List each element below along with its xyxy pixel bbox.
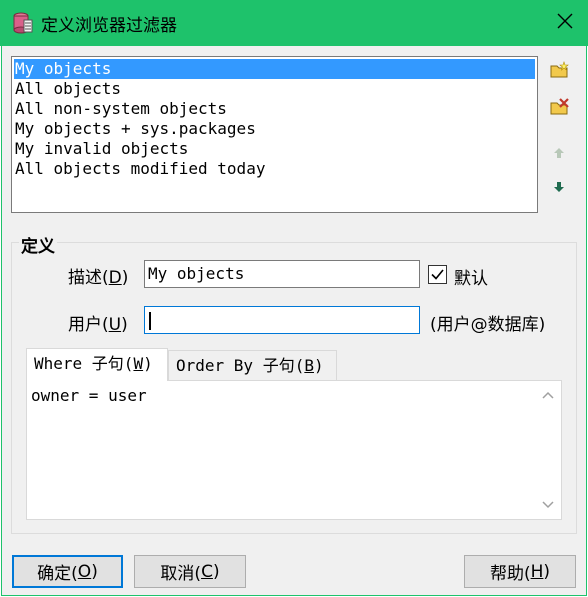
ok-button[interactable]: 确定(O) — [12, 555, 123, 588]
scroll-down-icon[interactable] — [541, 498, 555, 512]
user-label: 用户(U) — [68, 310, 128, 335]
filter-list[interactable]: My objects All objects All non-system ob… — [11, 56, 538, 213]
list-item[interactable]: All non-system objects — [12, 99, 537, 119]
delete-filter-button[interactable] — [547, 97, 571, 121]
window-title: 定义浏览器过滤器 — [41, 16, 177, 36]
definition-group-title: 定义 — [19, 232, 57, 257]
cancel-button[interactable]: 取消(C) — [134, 555, 246, 588]
ok-label-end: ) — [91, 561, 98, 582]
arrow-up-icon — [552, 145, 566, 164]
user-label-end: ) — [121, 315, 128, 335]
help-label: 帮助( — [489, 564, 531, 584]
default-label: 默认 — [454, 269, 488, 289]
list-item[interactable]: My objects — [14, 59, 535, 79]
new-filter-button[interactable] — [547, 60, 571, 84]
description-input[interactable]: My objects — [144, 260, 420, 288]
description-label-end: ) — [121, 268, 129, 288]
tab-where-accelerator: W — [133, 354, 144, 373]
user-input[interactable] — [144, 306, 420, 334]
tab-where-label-end: ) — [143, 354, 153, 373]
description-accelerator: D — [108, 268, 122, 288]
cancel-label-end: ) — [212, 561, 220, 582]
new-folder-icon — [549, 61, 569, 83]
arrow-down-icon — [552, 179, 566, 198]
move-up-button[interactable] — [547, 142, 571, 166]
title-bar: 定义浏览器过滤器 — [0, 0, 588, 46]
list-item[interactable]: My invalid objects — [12, 139, 537, 159]
close-icon — [557, 13, 573, 33]
text-caret — [149, 311, 151, 330]
tab-where-label: Where 子句( — [34, 354, 134, 373]
list-item[interactable]: All objects modified today — [12, 159, 537, 179]
help-accelerator: H — [530, 561, 544, 582]
default-checkbox[interactable] — [428, 265, 447, 284]
description-label: 描述(D) — [68, 263, 128, 288]
description-label-text: 描述( — [68, 268, 109, 288]
tab-order-by-accelerator: B — [304, 356, 314, 375]
cancel-label: 取消( — [160, 564, 202, 584]
vertical-scrollbar[interactable] — [537, 384, 559, 516]
user-hint: (用户@数据库) — [430, 315, 546, 335]
user-accelerator: U — [108, 315, 122, 335]
database-filter-icon — [10, 11, 34, 35]
ok-label: 确定( — [37, 564, 78, 584]
list-item[interactable]: My objects + sys.packages — [12, 119, 537, 139]
help-button[interactable]: 帮助(H) — [464, 555, 576, 588]
where-clause-panel: owner = user — [26, 380, 562, 520]
ok-accelerator: O — [77, 561, 92, 582]
scroll-up-icon[interactable] — [541, 388, 555, 402]
tab-order-by-label-end: ) — [313, 356, 324, 375]
tab-order-by-clause[interactable]: Order By 子句(B) — [168, 350, 337, 380]
cancel-accelerator: C — [201, 561, 213, 582]
close-button[interactable] — [542, 0, 588, 46]
list-item[interactable]: All objects — [12, 79, 537, 99]
help-label-end: ) — [543, 561, 551, 582]
where-clause-editor[interactable]: owner = user — [29, 383, 536, 517]
delete-folder-icon — [549, 98, 569, 120]
move-down-button[interactable] — [547, 176, 571, 200]
user-label-text: 用户( — [68, 315, 109, 335]
tab-order-by-label: Order By 子句( — [176, 356, 305, 375]
tab-where-clause[interactable]: Where 子句(W) — [26, 348, 168, 381]
